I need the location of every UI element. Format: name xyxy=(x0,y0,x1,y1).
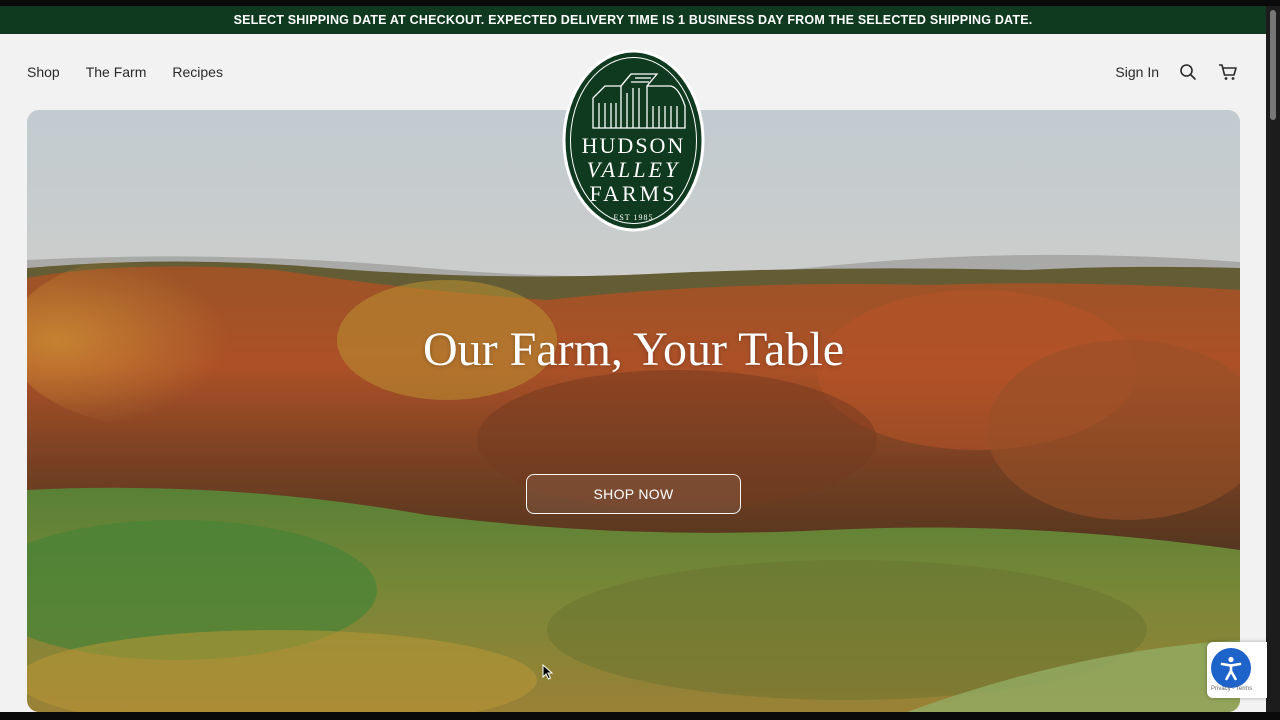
nav-the-farm[interactable]: The Farm xyxy=(86,64,147,80)
hero-title: Our Farm, Your Table xyxy=(422,323,845,376)
page: SELECT SHIPPING DATE AT CHECKOUT. EXPECT… xyxy=(0,6,1266,712)
accessibility-button[interactable] xyxy=(1211,648,1251,688)
scrollbar-thumb[interactable] xyxy=(1270,10,1276,120)
window-frame-bottom xyxy=(0,712,1280,720)
nav-shop[interactable]: Shop xyxy=(27,64,60,80)
account-nav: Sign In xyxy=(1115,61,1239,83)
main-nav: Shop The Farm Recipes xyxy=(27,64,223,80)
accessibility-widget: Privacy - Terms xyxy=(1207,642,1267,698)
announcement-bar: SELECT SHIPPING DATE AT CHECKOUT. EXPECT… xyxy=(0,6,1266,34)
sign-in-link[interactable]: Sign In xyxy=(1115,64,1159,80)
accessibility-icon xyxy=(1220,656,1242,681)
page-scrollbar[interactable] xyxy=(1266,6,1280,712)
announcement-text: SELECT SHIPPING DATE AT CHECKOUT. EXPECT… xyxy=(233,13,1033,27)
shop-now-button[interactable]: SHOP NOW xyxy=(526,474,741,514)
search-icon[interactable] xyxy=(1177,61,1199,83)
logo-text-farms: FARMS xyxy=(589,181,678,206)
logo-text-hudson: HUDSON xyxy=(581,133,686,158)
logo-established: EST 1985 xyxy=(613,213,654,222)
logo-text-valley: VALLEY xyxy=(586,157,681,182)
nav-recipes[interactable]: Recipes xyxy=(172,64,223,80)
cart-icon[interactable] xyxy=(1217,61,1239,83)
recaptcha-badge-text[interactable]: Privacy - Terms xyxy=(1211,686,1252,692)
brand-logo[interactable]: HUDSON VALLEY FARMS EST 1985 xyxy=(561,48,706,233)
mouse-cursor-icon xyxy=(542,664,554,680)
